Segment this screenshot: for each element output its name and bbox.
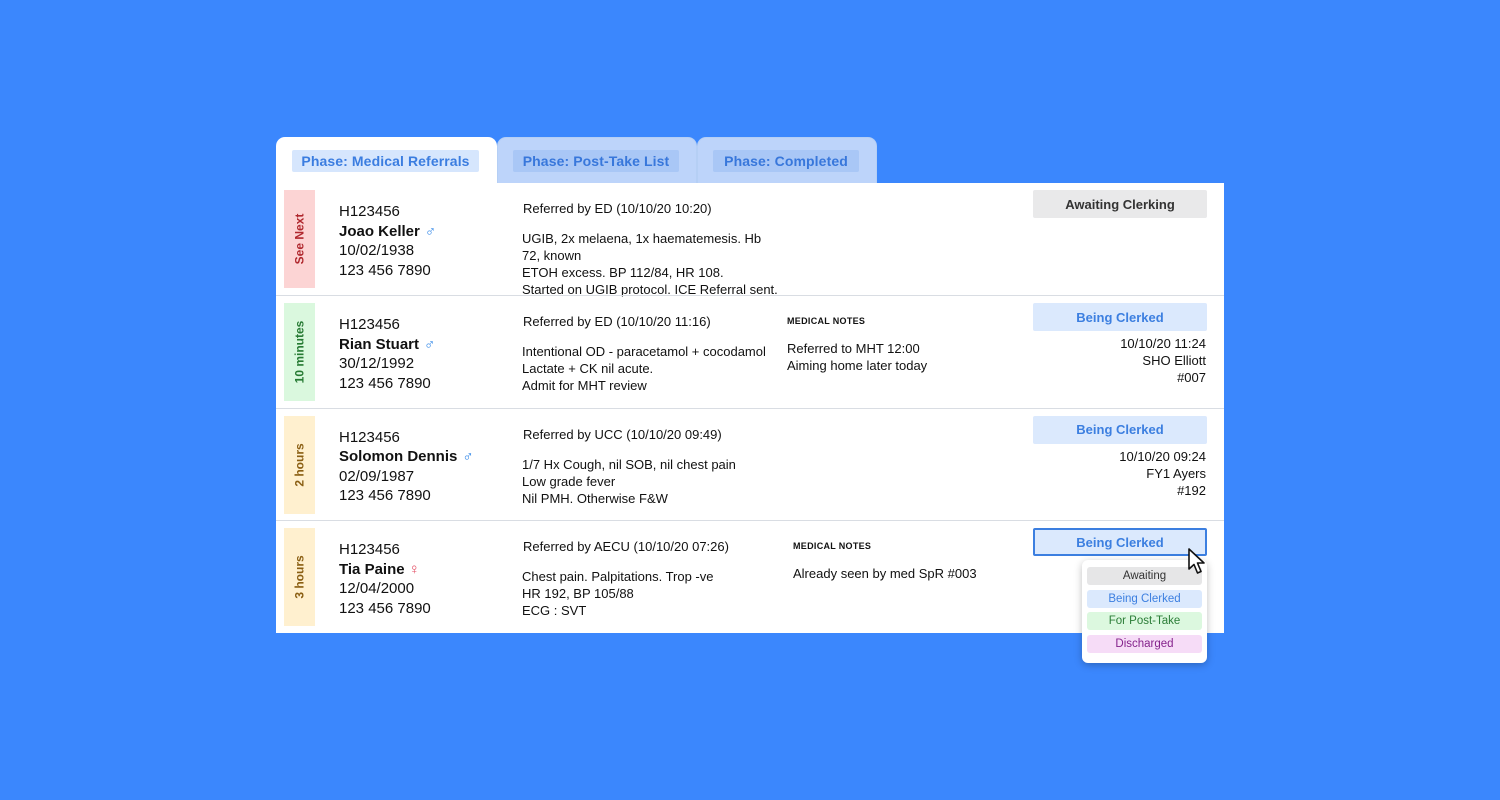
tab-label: Phase: Medical Referrals [292,150,479,172]
patient-details: H123456 Joao Keller ♂ 10/02/1938 123 456 … [339,202,436,280]
date-of-birth: 02/09/1987 [339,467,415,485]
urgency-badge: See Next [284,190,315,288]
patient-details: H123456 Solomon Dennis ♂ 02/09/1987 123 4… [339,428,474,506]
status-button[interactable]: Being Clerked [1033,528,1207,556]
clerk-time: 10/10/20 09:24 [1119,448,1206,464]
table-row[interactable]: 10 minutes H123456 Rian Stuart ♂ 30/12/19… [276,295,1224,408]
clerk-time: 10/10/20 11:24 [1120,336,1206,351]
urgency-badge: 10 minutes [284,303,315,401]
referral-line: Admit for MHT review [522,378,647,393]
date-of-birth: 10/02/1938 [339,242,415,259]
hospital-number: H123456 [339,316,400,333]
status-option-discharged[interactable]: Discharged [1087,634,1202,653]
patient-name: Tia Paine [339,560,405,578]
phone-number: 123 456 7890 [339,261,431,279]
urgency-label: 3 hours [292,555,307,599]
patient-name-line: Joao Keller ♂ [339,222,436,242]
referral-source: Referred by AECU (10/10/20 07:26) [523,539,729,554]
referral-line: ETOH excess. BP 112/84, HR 108. [522,265,724,280]
referral-line: Intentional OD - paracetamol + cocodamol [522,344,766,359]
hospital-number: H123456 [339,428,400,446]
referral-details: Referred by ED (10/10/20 10:20) UGIB, 2x… [522,201,782,298]
urgency-label: 2 hours [292,442,307,487]
hospital-number: H123456 [339,541,400,558]
table-row[interactable]: 2 hours H123456 Solomon Dennis ♂ 02/09/19… [276,407,1224,521]
date-of-birth: 30/12/1992 [339,355,415,372]
status-column: Awaiting Clerking [1033,190,1207,218]
patient-name: Rian Stuart [339,335,420,353]
referral-source: Referred by UCC (10/10/20 09:49) [523,426,722,442]
tab-label: Phase: Completed [713,150,859,172]
notes-line: Aiming home later today [787,358,928,373]
clerk-id: #192 [1177,482,1206,498]
medical-notes: MEDICAL NOTES Already seen by med SpR #0… [793,541,1023,582]
referral-line: HR 192, BP 105/88 [522,586,634,601]
phone-number: 123 456 7890 [339,374,431,392]
referral-line: Low grade fever [522,473,616,489]
hospital-number: H123456 [339,203,400,220]
urgency-label: See Next [292,213,307,265]
notes-header: MEDICAL NOTES [787,316,866,326]
referral-details: Referred by AECU (10/10/20 07:26) Chest … [522,539,782,619]
status-button[interactable]: Being Clerked [1033,303,1207,331]
male-icon: ♂ [424,335,436,353]
urgency-badge: 3 hours [284,528,315,626]
tab-label: Phase: Post-Take List [513,150,679,172]
status-button[interactable]: Awaiting Clerking [1033,190,1207,218]
referral-line: 1/7 Hx Cough, nil SOB, nil chest pain [522,456,736,472]
patient-name-line: Solomon Dennis ♂ [339,447,474,467]
phone-number: 123 456 7890 [339,599,431,617]
patient-details: H123456 Rian Stuart ♂ 30/12/1992 123 456 … [339,315,435,393]
clerk-name: SHO Elliott [1142,353,1206,368]
urgency-badge: 2 hours [284,415,315,514]
patient-name-line: Tia Paine ♀ [339,560,431,580]
referral-line: UGIB, 2x melaena, 1x haematemesis. Hb 72… [522,231,762,263]
table-row[interactable]: See Next H123456 Joao Keller ♂ 10/02/1938… [276,183,1224,298]
status-option-being-clerked[interactable]: Being Clerked [1087,589,1202,608]
notes-line: Referred to MHT 12:00 [787,341,920,356]
status-option-for-post-take[interactable]: For Post-Take [1087,612,1202,630]
referral-source: Referred by ED (10/10/20 10:20) [523,201,712,216]
medical-notes: MEDICAL NOTES Referred to MHT 12:00 Aimi… [787,316,1017,374]
clerking-meta: 10/10/20 09:24 FY1 Ayers #192 [1033,448,1206,499]
female-icon: ♀ [408,560,420,578]
status-button[interactable]: Being Clerked [1033,415,1207,444]
urgency-label: 10 minutes [292,320,307,384]
tab-post-take-list[interactable]: Phase: Post-Take List [497,137,697,184]
status-column: Being Clerked 10/10/20 09:24 FY1 Ayers #… [1033,415,1207,499]
clerking-meta: 10/10/20 11:24 SHO Elliott #007 [1033,335,1206,386]
clerk-id: #007 [1177,370,1206,385]
status-option-awaiting[interactable]: Awaiting [1087,567,1202,585]
referral-line: Nil PMH. Otherwise F&W [522,490,668,506]
phase-tabs: Phase: Medical Referrals Phase: Post-Tak… [276,137,1224,185]
mouse-cursor-icon [1188,548,1205,574]
tab-completed[interactable]: Phase: Completed [697,137,877,184]
male-icon: ♂ [424,222,437,240]
referral-source: Referred by ED (10/10/20 11:16) [523,314,711,329]
date-of-birth: 12/04/2000 [339,580,415,597]
phone-number: 123 456 7890 [339,487,431,504]
status-column: Being Clerked 10/10/20 11:24 SHO Elliott… [1033,303,1207,386]
patient-name: Solomon Dennis [339,448,458,465]
patient-name-line: Rian Stuart ♂ [339,335,435,355]
referral-line: Lactate + CK nil acute. [522,361,654,376]
referral-details: Referred by UCC (10/10/20 09:49) 1/7 Hx … [522,427,782,507]
referral-line: Chest pain. Palpitations. Trop -ve [522,569,714,584]
tab-medical-referrals[interactable]: Phase: Medical Referrals [276,137,497,185]
notes-line: Already seen by med SpR #003 [793,566,977,581]
clerk-name: FY1 Ayers [1146,465,1206,481]
patient-details: H123456 Tia Paine ♀ 12/04/2000 123 456 78… [339,540,431,618]
notes-header: MEDICAL NOTES [793,541,872,551]
status-column: Being Clerked [1033,528,1207,556]
referrals-app: Phase: Medical Referrals Phase: Post-Tak… [276,137,1224,633]
referral-line: ECG : SVT [522,603,587,618]
patient-name: Joao Keller [339,222,420,240]
referral-details: Referred by ED (10/10/20 11:16) Intentio… [522,314,782,394]
male-icon: ♂ [462,448,474,465]
